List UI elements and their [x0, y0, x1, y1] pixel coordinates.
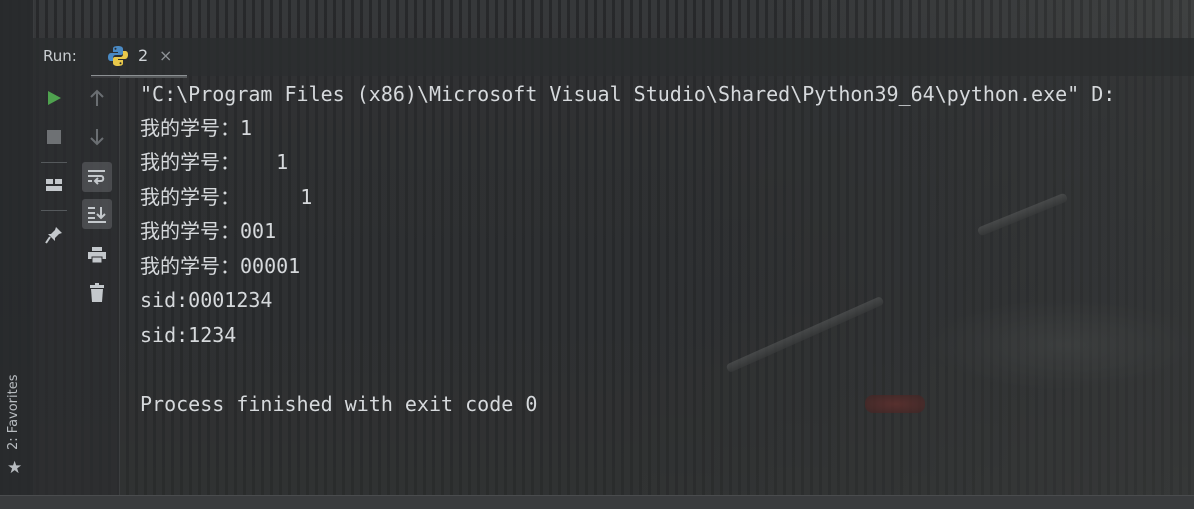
soft-wrap-button[interactable] — [82, 162, 112, 192]
layout-icon — [46, 179, 62, 191]
console-line: sid:1234 — [140, 323, 237, 347]
run-tab[interactable]: 2 × — [91, 38, 187, 78]
python-icon — [108, 46, 128, 66]
run-toolbar-primary — [33, 76, 76, 495]
left-tool-strip: 2: Favorites ★ — [0, 0, 34, 495]
console-line: "C:\Program Files (x86)\Microsoft Visual… — [140, 82, 1116, 106]
close-icon[interactable]: × — [159, 46, 172, 65]
favorites-label: 2: Favorites — [6, 374, 21, 450]
console-line: Process finished with exit code 0 — [140, 392, 538, 416]
console-output[interactable]: "C:\Program Files (x86)\Microsoft Visual… — [120, 76, 1194, 495]
toolbar-divider — [41, 210, 67, 211]
favorites-tool-button[interactable]: 2: Favorites ★ — [6, 360, 28, 480]
console-line: 我的学号： 1 — [140, 150, 289, 174]
run-tab-label: 2 — [138, 46, 149, 65]
console-line: 我的学号：1 — [140, 116, 253, 140]
soft-wrap-icon — [88, 170, 105, 185]
ide-run-window: 2: Favorites ★ Run: 2 × "C:\Program File… — [0, 0, 1194, 509]
scroll-to-end-icon — [88, 207, 106, 223]
scroll-up-button[interactable] — [82, 83, 112, 113]
run-toolbar-secondary — [76, 76, 120, 495]
console-line: 我的学号： 1 — [140, 185, 313, 209]
stop-icon — [47, 130, 61, 144]
print-icon — [88, 247, 106, 264]
pin-icon — [45, 227, 62, 244]
star-icon: ★ — [7, 458, 23, 478]
scroll-to-end-button[interactable] — [82, 199, 112, 229]
stop-button[interactable] — [39, 122, 69, 152]
pin-tab-button[interactable] — [39, 220, 69, 250]
trash-icon — [90, 283, 104, 302]
bottom-tool-strip — [0, 495, 1194, 509]
rerun-icon — [48, 91, 61, 105]
clear-all-button[interactable] — [82, 278, 112, 308]
layout-button[interactable] — [39, 170, 69, 200]
scroll-up-icon — [90, 89, 104, 106]
rerun-button[interactable] — [39, 83, 69, 113]
run-label: Run: — [43, 47, 77, 65]
toolbar-divider — [41, 162, 67, 163]
scroll-down-button[interactable] — [82, 122, 112, 152]
console-line: sid:0001234 — [140, 288, 273, 312]
run-tool-header: Run: 2 × — [33, 38, 1194, 78]
console-line: 我的学号：00001 — [140, 254, 301, 278]
print-button[interactable] — [82, 240, 112, 270]
scroll-down-icon — [90, 129, 104, 146]
console-line: 我的学号：001 — [140, 219, 277, 243]
